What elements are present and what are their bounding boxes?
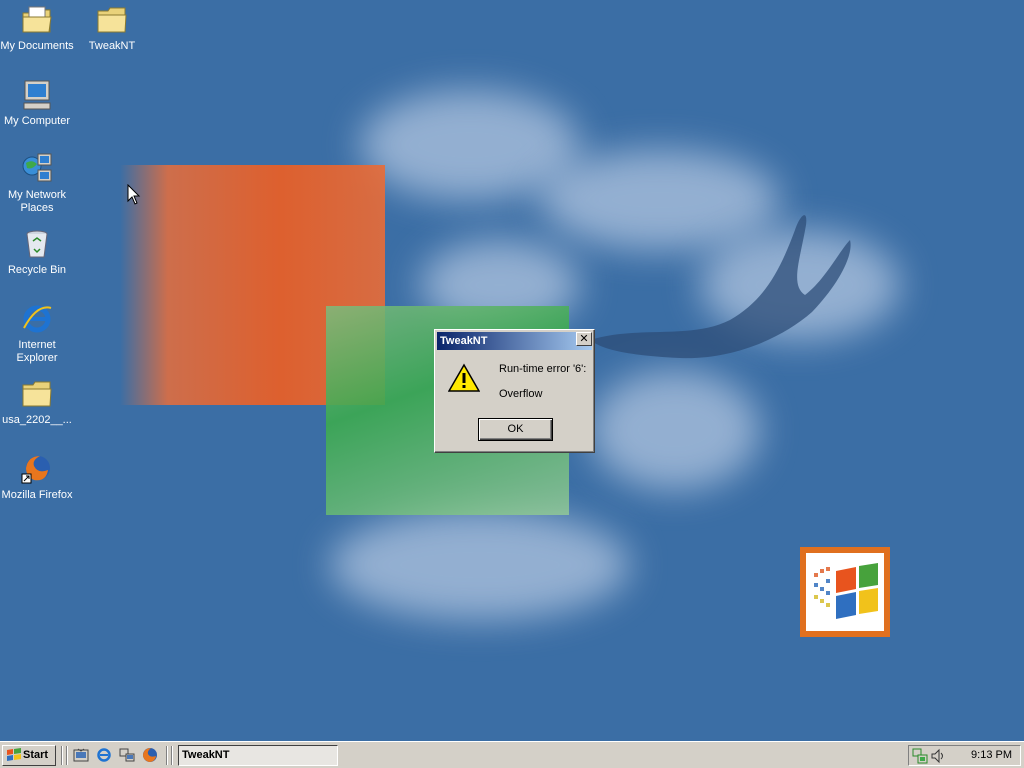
dialog-titlebar[interactable]: TweakNT (437, 332, 592, 350)
wallpaper-cloud (330, 510, 630, 620)
dialog-message-error: Run-time error '6': (499, 363, 587, 375)
desktop-icon-label: My Computer (3, 115, 71, 127)
mouse-cursor-icon (127, 184, 141, 205)
windows-flag-icon (814, 563, 878, 619)
ok-button[interactable]: OK (478, 418, 553, 441)
show-desktop-icon[interactable] (73, 747, 89, 763)
folder-icon (97, 7, 127, 33)
dialog-message-detail: Overflow (499, 388, 543, 400)
desktop-icon-my-documents[interactable]: My Documents (0, 3, 74, 53)
desktop: My Documents TweakNT My Computer My Netw… (0, 0, 1024, 741)
network-status-icon[interactable] (912, 748, 928, 764)
desktop-icon-label: My Documents (0, 40, 74, 52)
desktop-icon-recycle-bin[interactable]: Recycle Bin (0, 227, 74, 277)
warning-icon (448, 363, 480, 392)
start-button[interactable]: Start (2, 745, 56, 766)
desktop-icon-internet-explorer[interactable]: Internet Explorer (0, 302, 74, 365)
volume-icon[interactable] (930, 748, 946, 764)
folder-icon (22, 381, 52, 407)
desktop-icon-label: Recycle Bin (7, 264, 67, 276)
wallpaper-cloud (590, 370, 760, 490)
task-label: TweakNT (182, 749, 230, 761)
my-computer-icon (23, 80, 51, 110)
desktop-icon-label: Mozilla Firefox (1, 489, 73, 501)
close-icon: ✕ (579, 333, 589, 345)
recycle-bin-icon (26, 230, 48, 258)
taskbar-separator (171, 746, 173, 765)
start-label: Start (23, 749, 49, 761)
taskbar-button-tweaknt[interactable]: TweakNT (178, 745, 338, 766)
network-icon[interactable] (119, 747, 135, 763)
internet-explorer-icon (23, 305, 52, 333)
windows-flag-icon (7, 748, 21, 761)
network-places-icon (22, 153, 52, 182)
firefox-icon (21, 456, 50, 484)
desktop-icon-label: My Network Places (7, 189, 67, 214)
desktop-icon-tweaknt[interactable]: TweakNT (75, 3, 149, 53)
clock[interactable]: 9:13 PM (971, 749, 1012, 761)
internet-explorer-icon[interactable] (96, 747, 112, 763)
desktop-icon-label: usa_2202__... (2, 414, 72, 426)
taskbar-separator (61, 746, 63, 765)
desktop-icon-label: Internet Explorer (16, 339, 58, 364)
firefox-icon[interactable] (142, 747, 158, 763)
taskbar-separator (166, 746, 168, 765)
taskbar: Start TweakNT 9:13 PM (0, 741, 1024, 768)
dialog-title: TweakNT (440, 335, 488, 347)
my-documents-icon (22, 6, 52, 33)
wallpaper-diver-silhouette (590, 215, 851, 359)
taskbar-separator (66, 746, 68, 765)
system-tray: 9:13 PM (908, 745, 1021, 766)
dialog-close-button[interactable]: ✕ (576, 332, 592, 346)
desktop-icon-my-computer[interactable]: My Computer (0, 78, 74, 128)
desktop-icon-mozilla-firefox[interactable]: Mozilla Firefox (0, 452, 74, 502)
desktop-icon-label: TweakNT (88, 40, 136, 52)
desktop-icon-usa-folder[interactable]: usa_2202__... (0, 377, 74, 427)
windows-logo (800, 547, 890, 637)
desktop-icon-my-network-places[interactable]: My Network Places (0, 152, 74, 215)
error-dialog: TweakNT ✕ Run-time error '6': Overflow O… (434, 329, 595, 453)
